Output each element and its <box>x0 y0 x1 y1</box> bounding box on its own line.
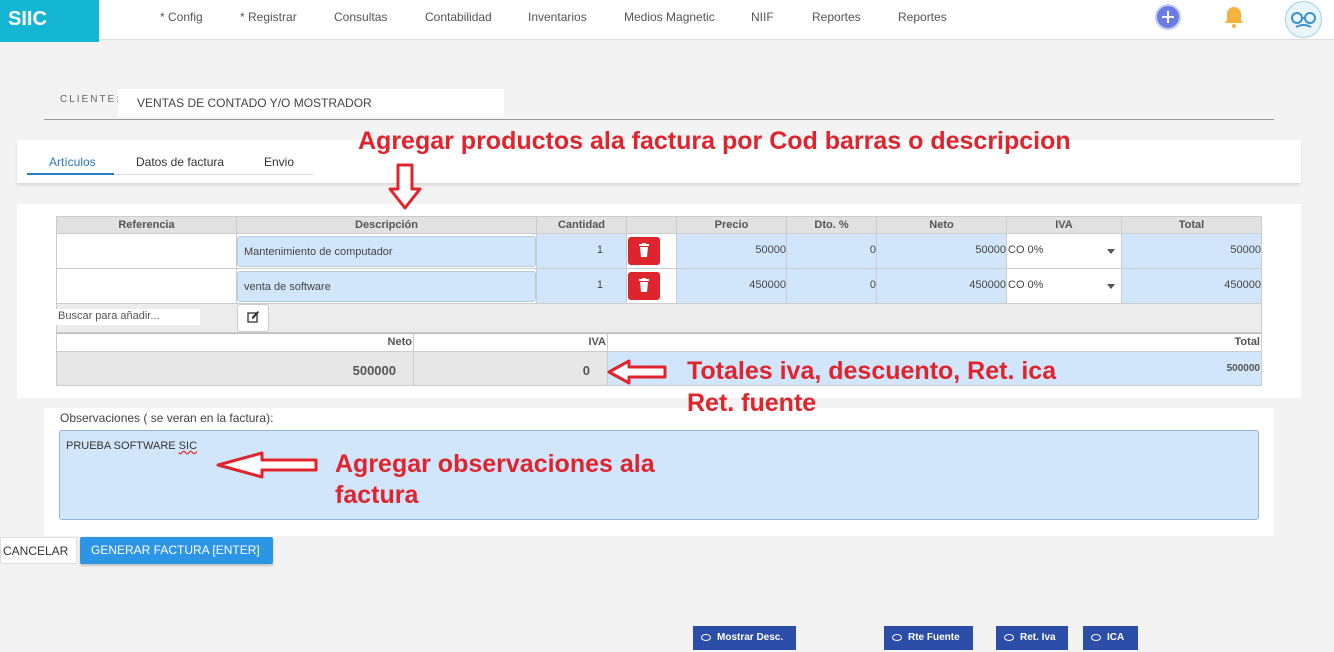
edit-icon <box>246 311 259 323</box>
eye-icon <box>1004 634 1014 641</box>
header-descripcion: Descripción <box>237 216 537 234</box>
top-navbar: SIIC * Config * Registrar Consultas Cont… <box>0 0 1334 42</box>
row1-referencia[interactable] <box>56 234 237 269</box>
rte-fuente-label: Rte Fuente <box>908 632 960 643</box>
nav-consultas[interactable]: Consultas <box>334 10 387 24</box>
row1-total: 50000 <box>1122 234 1262 269</box>
annotation-totales-1: Totales iva, descuento, Ret. ica <box>687 357 1057 385</box>
row1-iva-value: CO 0% <box>1008 244 1044 256</box>
nav-niif[interactable]: NIIF <box>751 10 774 24</box>
tab-datos-factura[interactable]: Datos de factura <box>136 155 224 169</box>
annotation-productos: Agregar productos ala factura por Cod ba… <box>358 127 1071 155</box>
row2-neto: 450000 <box>877 269 1007 304</box>
ret-iva-button[interactable]: Ret. Iva <box>996 626 1068 650</box>
ret-iva-label: Ret. Iva <box>1020 632 1056 643</box>
tab-divider <box>114 174 313 175</box>
annotation-observaciones-2: factura <box>335 481 419 509</box>
generate-invoice-button[interactable]: GENERAR FACTURA [ENTER] <box>80 537 273 564</box>
row1-delete-button[interactable] <box>628 237 660 265</box>
search-input[interactable]: Buscar para añadir... <box>56 309 200 325</box>
mostrar-desc-button[interactable]: Mostrar Desc. <box>693 626 796 650</box>
header-actions <box>627 216 677 234</box>
tab-envio[interactable]: Envio <box>264 155 294 169</box>
totals-header-neto: Neto <box>56 334 414 352</box>
row1-precio[interactable]: 50000 <box>677 234 787 269</box>
row1-descripcion-input[interactable]: Mantenimiento de computador <box>237 236 536 267</box>
totals-iva-value: 0 <box>414 352 608 386</box>
arrow-down-icon <box>388 163 422 210</box>
eye-icon <box>701 634 711 641</box>
row1-neto: 50000 <box>877 234 1007 269</box>
observaciones-label: Observaciones ( se veran en la factura): <box>60 411 274 425</box>
cliente-field[interactable]: VENTAS DE CONTADO Y/O MOSTRADOR <box>118 89 504 117</box>
header-precio: Precio <box>677 216 787 234</box>
row2-descripcion-input[interactable]: venta de software <box>237 271 536 302</box>
totals-neto-value: 500000 <box>56 352 414 386</box>
arrow-left-icon <box>216 451 318 479</box>
row2-cantidad[interactable]: 1 <box>537 269 627 304</box>
arrow-left-icon <box>607 359 667 385</box>
header-neto: Neto <box>877 216 1007 234</box>
row1-dto[interactable]: 0 <box>787 234 877 269</box>
header-total: Total <box>1122 216 1262 234</box>
cliente-label: CLIENTE: <box>60 94 122 105</box>
row2-delete-button[interactable] <box>628 272 660 300</box>
header-iva: IVA <box>1007 216 1122 234</box>
bell-icon[interactable] <box>1222 5 1246 29</box>
eye-icon <box>892 634 902 641</box>
trash-icon <box>639 278 649 292</box>
annotation-observaciones-1: Agregar observaciones ala <box>335 450 655 478</box>
annotation-totales-2: Ret. fuente <box>687 389 817 417</box>
ica-label: ICA <box>1107 632 1125 643</box>
tab-active-indicator <box>27 173 114 175</box>
spellcheck-word: SIC <box>178 440 198 452</box>
edit-button[interactable] <box>237 304 269 332</box>
row2-iva-value: CO 0% <box>1008 279 1044 291</box>
row2-iva-select[interactable]: CO 0% <box>1007 269 1122 304</box>
nav-config[interactable]: * Config <box>160 10 203 24</box>
plus-circle-icon[interactable] <box>1155 4 1181 30</box>
row2-referencia[interactable] <box>56 269 237 304</box>
nav-inventarios[interactable]: Inventarios <box>528 10 587 24</box>
row2-total: 450000 <box>1122 269 1262 304</box>
nav-reportes-2[interactable]: Reportes <box>898 10 947 24</box>
header-dto: Dto. % <box>787 216 877 234</box>
divider <box>44 119 1274 120</box>
nav-reportes-1[interactable]: Reportes <box>812 10 861 24</box>
observaciones-text: PRUEBA SOFTWARE <box>66 440 179 452</box>
chevron-down-icon <box>1107 284 1115 289</box>
totals-header-iva: IVA <box>414 334 608 352</box>
rte-fuente-button[interactable]: Rte Fuente <box>884 626 973 650</box>
ica-button[interactable]: ICA <box>1083 626 1138 650</box>
tab-articulos[interactable]: Artículos <box>49 155 96 169</box>
brand-logo[interactable]: SIIC <box>0 0 99 42</box>
nav-medios-magnetic[interactable]: Medios Magnetic <box>624 10 715 24</box>
nav-contabilidad[interactable]: Contabilidad <box>425 10 492 24</box>
row1-iva-select[interactable]: CO 0% <box>1007 234 1122 269</box>
row2-precio[interactable]: 450000 <box>677 269 787 304</box>
chevron-down-icon <box>1107 249 1115 254</box>
nav-registrar[interactable]: * Registrar <box>240 10 297 24</box>
row2-dto[interactable]: 0 <box>787 269 877 304</box>
totals-header-total: Total <box>608 334 1262 352</box>
header-cantidad: Cantidad <box>537 216 627 234</box>
trash-icon <box>639 243 649 257</box>
cancel-button[interactable]: CANCELAR <box>0 537 77 564</box>
eye-icon <box>1091 634 1101 641</box>
mostrar-desc-label: Mostrar Desc. <box>717 632 784 643</box>
header-referencia: Referencia <box>56 216 237 234</box>
avatar-icon[interactable] <box>1285 1 1322 38</box>
row1-cantidad[interactable]: 1 <box>537 234 627 269</box>
